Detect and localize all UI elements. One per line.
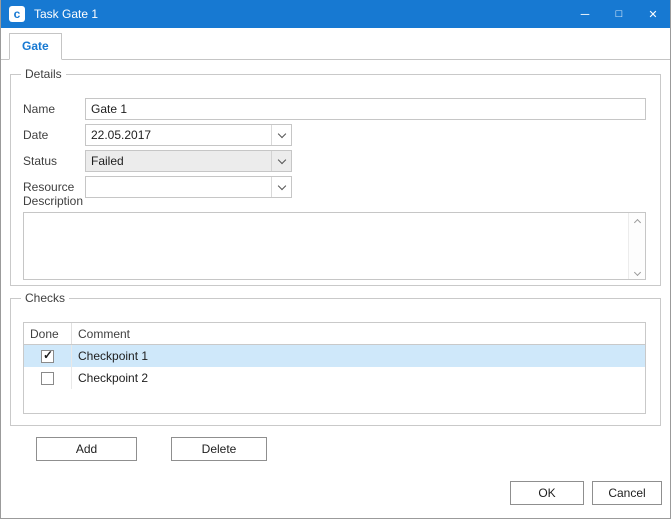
resource-input[interactable] — [86, 177, 271, 197]
dialog-content: Details Name Date Status Resource Descri… — [1, 60, 670, 518]
dialog-window: c Task Gate 1 ─ □ ✕ Gate Details Name Da… — [0, 0, 671, 519]
resource-dropdown-button[interactable] — [271, 177, 291, 197]
status-dropdown-button — [271, 151, 291, 171]
status-label: Status — [23, 154, 57, 168]
close-icon: ✕ — [648, 8, 657, 21]
description-label: Description — [23, 194, 83, 208]
minimize-button[interactable]: ─ — [568, 0, 602, 28]
maximize-icon: □ — [616, 8, 623, 20]
app-icon-glyph: c — [14, 7, 21, 21]
status-input — [86, 151, 271, 171]
date-input[interactable] — [86, 125, 271, 145]
done-checkbox[interactable] — [41, 372, 54, 385]
done-cell — [24, 367, 72, 389]
details-group-label: Details — [21, 67, 66, 81]
description-scrollbar[interactable] — [628, 213, 645, 279]
date-combobox[interactable] — [85, 124, 292, 146]
window-controls: ─ □ ✕ — [568, 0, 670, 28]
table-row[interactable]: Checkpoint 2 — [24, 367, 645, 389]
checks-table: Done Comment Checkpoint 1 Checkpoint 2 — [23, 322, 646, 414]
close-button[interactable]: ✕ — [636, 0, 670, 28]
ok-button[interactable]: OK — [510, 481, 584, 505]
column-header-done: Done — [24, 323, 72, 344]
window-title: Task Gate 1 — [34, 7, 568, 21]
delete-button[interactable]: Delete — [171, 437, 267, 461]
scroll-down-icon[interactable] — [633, 269, 640, 276]
comment-cell[interactable]: Checkpoint 1 — [72, 349, 645, 363]
name-label: Name — [23, 102, 55, 116]
maximize-button[interactable]: □ — [602, 0, 636, 28]
description-field — [23, 212, 646, 280]
add-button[interactable]: Add — [36, 437, 137, 461]
app-icon: c — [9, 6, 25, 22]
table-row[interactable]: Checkpoint 1 — [24, 345, 645, 367]
checks-group-label: Checks — [21, 291, 69, 305]
minimize-icon: ─ — [581, 7, 590, 21]
resource-label: Resource — [23, 180, 74, 194]
name-input[interactable] — [85, 98, 646, 120]
date-label: Date — [23, 128, 48, 142]
tab-gate[interactable]: Gate — [9, 33, 62, 60]
resource-combobox[interactable] — [85, 176, 292, 198]
scroll-up-icon[interactable] — [633, 219, 640, 226]
status-combobox — [85, 150, 292, 172]
chevron-down-icon — [277, 129, 285, 137]
comment-cell[interactable]: Checkpoint 2 — [72, 371, 645, 385]
date-dropdown-button[interactable] — [271, 125, 291, 145]
description-textarea[interactable] — [24, 213, 628, 279]
chevron-down-icon — [277, 155, 285, 163]
cancel-button[interactable]: Cancel — [592, 481, 662, 505]
done-cell — [24, 345, 72, 367]
chevron-down-icon — [277, 181, 285, 189]
checks-table-header: Done Comment — [24, 323, 645, 345]
tab-strip: Gate — [1, 28, 670, 60]
column-header-comment: Comment — [72, 323, 645, 344]
title-bar[interactable]: c Task Gate 1 ─ □ ✕ — [1, 0, 670, 28]
done-checkbox[interactable] — [41, 350, 54, 363]
